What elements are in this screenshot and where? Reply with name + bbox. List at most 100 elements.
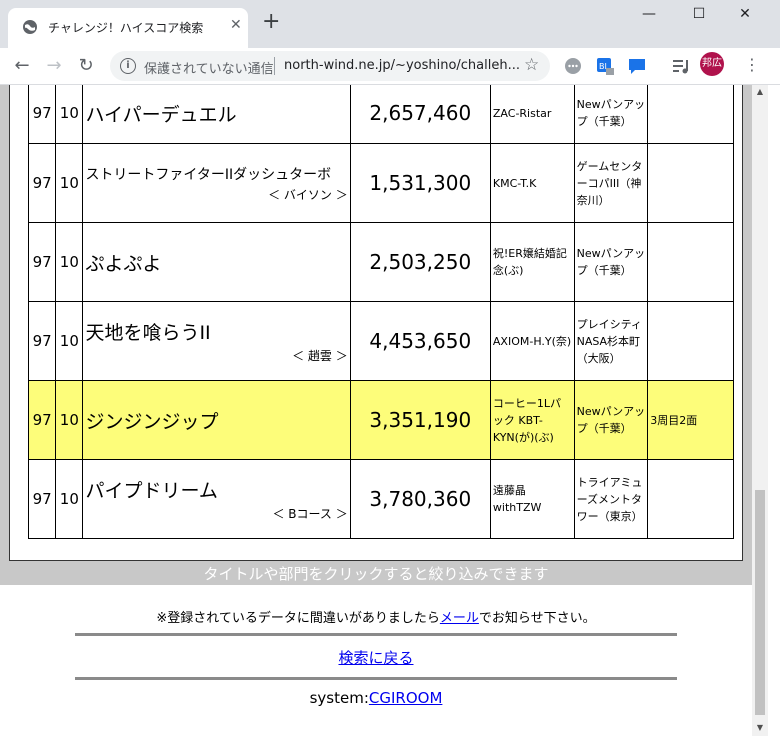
shop-cell: ゲームセンターコパIII（神奈川）	[573, 143, 649, 223]
playlist-icon[interactable]	[670, 55, 692, 77]
cgiroom-link[interactable]: CGIROOM	[369, 689, 443, 707]
game-title-link[interactable]: ハイパーデュエル	[85, 100, 347, 127]
year-cell: 97	[27, 459, 57, 539]
back-section: 検索に戻る	[0, 647, 752, 668]
shop-cell: トライアミューズメントタワー（東京）	[573, 459, 649, 539]
game-cell: ぷよぷよ	[82, 222, 351, 302]
category-label[interactable]: ＜ バイソン ＞	[85, 186, 348, 203]
game-title-link[interactable]: ストリートファイターIIダッシュターボ	[85, 164, 347, 184]
year-cell: 97	[27, 85, 57, 144]
notice-text-before: ※登録されているデータに間違いがありましたら	[156, 611, 440, 626]
table-row: 97 10 ぷよぷよ 2,503,250 祝!ER嬢結婚記念(ぶ) Newパンアップ（千葉…	[27, 222, 734, 302]
category-label[interactable]: ＜ Bコース ＞	[85, 505, 347, 522]
player-cell: 遠藤晶 withTZW	[489, 459, 575, 539]
shop-cell: Newパンアップ（千葉）	[573, 85, 649, 144]
table-row: 97 10 ハイパーデュエル 2,657,460 ZAC-Ristar Newパンアップ（…	[27, 85, 734, 144]
bl-extension-icon[interactable]: BL	[594, 55, 616, 77]
note-cell: 3周目2面	[647, 380, 734, 460]
year-cell: 97	[27, 301, 57, 381]
month-cell: 10	[55, 85, 84, 144]
game-cell: ジンジンジップ	[82, 380, 351, 460]
score-cell: 3,351,190	[349, 380, 491, 460]
back-arrow-icon[interactable]: ←	[10, 54, 34, 78]
score-cell: 4,453,650	[349, 301, 491, 381]
forward-arrow-icon[interactable]: →	[42, 54, 66, 78]
back-to-search-link[interactable]: 検索に戻る	[338, 649, 413, 667]
game-cell: パイプドリーム ＜ Bコース ＞	[82, 459, 351, 539]
reload-icon[interactable]: ↻	[74, 54, 98, 78]
note-cell	[647, 222, 734, 302]
new-tab-button[interactable]: +	[262, 11, 280, 33]
table-row: 97 10 パイプドリーム ＜ Bコース ＞ 3,780,360 遠藤晶 withTZW ト…	[27, 459, 734, 539]
game-title-link[interactable]: ぷよぷよ	[85, 249, 347, 276]
month-cell: 10	[55, 222, 84, 302]
divider	[75, 677, 677, 680]
security-label: 保護されていない通信	[144, 62, 274, 77]
score-cell: 2,657,460	[349, 85, 491, 144]
chat-extension-icon[interactable]	[562, 55, 584, 77]
divider	[274, 57, 275, 75]
page-content: 97 10 ハイパーデュエル 2,657,460 ZAC-Ristar Newパンアップ（…	[0, 85, 752, 736]
highscore-table: 97 10 ハイパーデュエル 2,657,460 ZAC-Ristar Newパンアップ（…	[27, 85, 734, 539]
url-text[interactable]: north-wind.ne.jp/~yoshino/challeh...	[284, 58, 520, 73]
browser-toolbar: ← → ↻ i 保護されていない通信 north-wind.ne.jp/~yos…	[0, 48, 780, 85]
note-cell	[647, 459, 734, 539]
game-title-link[interactable]: ジンジンジップ	[85, 407, 347, 434]
note-cell	[647, 85, 734, 144]
kebab-menu-icon[interactable]: ⋮	[744, 55, 760, 74]
month-cell: 10	[55, 380, 84, 460]
vertical-scrollbar[interactable]: ▲ ▼	[752, 85, 768, 736]
scrollbar-thumb[interactable]	[755, 490, 765, 715]
score-cell: 1,531,300	[349, 143, 491, 223]
year-cell: 97	[27, 222, 57, 302]
window-edge	[768, 85, 780, 736]
category-label[interactable]: ＜ 趙雲 ＞	[85, 347, 348, 364]
scroll-up-icon[interactable]: ▲	[752, 87, 768, 96]
game-cell: ストリートファイターIIダッシュターボ ＜ バイソン ＞	[82, 143, 351, 223]
year-cell: 97	[27, 143, 57, 223]
content-frame: 97 10 ハイパーデュエル 2,657,460 ZAC-Ristar Newパンアップ（…	[9, 85, 743, 561]
filter-hint: タイトルや部門をクリックすると絞り込みできます	[203, 565, 549, 583]
game-title-link[interactable]: パイプドリーム	[85, 476, 347, 503]
system-label: system:	[309, 689, 369, 707]
tab-bar: チャレンジ！ハイスコア検索 ✕ + — ☐ ✕	[0, 0, 780, 48]
maximize-button[interactable]: ☐	[684, 6, 714, 22]
game-cell: 天地を喰らうII ＜ 趙雲 ＞	[82, 301, 351, 381]
divider	[75, 633, 677, 636]
game-cell: ハイパーデュエル	[82, 85, 351, 144]
tab-title: チャレンジ！ハイスコア検索	[48, 21, 204, 35]
month-cell: 10	[55, 143, 84, 223]
year-cell: 97	[27, 380, 57, 460]
month-cell: 10	[55, 301, 84, 381]
bookmark-star-icon[interactable]: ☆	[524, 55, 539, 75]
system-credit: system:CGIROOM	[0, 689, 752, 707]
globe-icon	[23, 20, 37, 34]
tab-close-icon[interactable]: ✕	[230, 17, 242, 33]
table-row: 97 10 ジンジンジップ 3,351,190 コーヒー1Lパック KBT-KYN(が)…	[27, 380, 734, 460]
score-cell: 2,503,250	[349, 222, 491, 302]
minimize-button[interactable]: —	[634, 6, 664, 22]
mail-link[interactable]: メール	[440, 611, 479, 626]
month-cell: 10	[55, 459, 84, 539]
scroll-down-icon[interactable]: ▼	[752, 723, 768, 732]
shop-cell: Newパンアップ（千葉）	[573, 380, 649, 460]
game-title-link[interactable]: 天地を喰らうII	[85, 318, 347, 345]
comment-extension-icon[interactable]	[626, 55, 648, 77]
close-window-button[interactable]: ✕	[730, 6, 760, 22]
score-cell: 3,780,360	[349, 459, 491, 539]
player-cell: ZAC-Ristar	[489, 85, 575, 144]
player-cell: KMC-T.K	[489, 143, 575, 223]
shop-cell: Newパンアップ（千葉）	[573, 222, 649, 302]
note-cell	[647, 301, 734, 381]
profile-avatar[interactable]: 邦広	[700, 52, 724, 76]
address-bar[interactable]: i 保護されていない通信 north-wind.ne.jp/~yoshino/c…	[110, 51, 550, 81]
player-cell: コーヒー1Lパック KBT-KYN(が)(ぶ)	[489, 380, 575, 460]
table-row: 97 10 天地を喰らうII ＜ 趙雲 ＞ 4,453,650 AXIOM-H.Y(奈) プ…	[27, 301, 734, 381]
notice-text-after: でお知らせ下さい。	[478, 611, 596, 626]
player-cell: 祝!ER嬢結婚記念(ぶ)	[489, 222, 575, 302]
note-cell	[647, 143, 734, 223]
table-row: 97 10 ストリートファイターIIダッシュターボ ＜ バイソン ＞ 1,531,300…	[27, 143, 734, 223]
player-cell: AXIOM-H.Y(奈)	[489, 301, 575, 381]
tab-active[interactable]: チャレンジ！ハイスコア検索 ✕	[8, 8, 248, 48]
info-icon[interactable]: i	[120, 58, 136, 74]
